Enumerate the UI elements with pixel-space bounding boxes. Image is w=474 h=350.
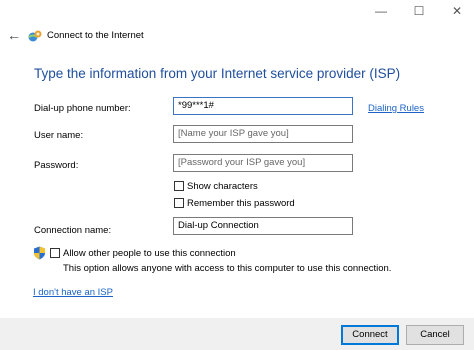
nav-bar: ← Connect to the Internet	[0, 24, 474, 48]
connection-name-input[interactable]: Dial-up Connection	[173, 217, 353, 235]
allow-others-label: Allow other people to use this connectio…	[63, 248, 236, 259]
remember-password-label: Remember this password	[187, 198, 295, 209]
close-button[interactable]: ✕	[446, 3, 468, 19]
show-characters-checkbox[interactable]	[174, 181, 184, 191]
allow-others-checkbox[interactable]	[50, 248, 60, 258]
title-bar: — ☐ ✕	[0, 0, 474, 22]
password-label: Password:	[34, 160, 79, 171]
no-isp-link[interactable]: I don't have an ISP	[33, 287, 113, 298]
dialing-rules-link[interactable]: Dialing Rules	[368, 103, 424, 114]
phone-number-input[interactable]: *99***1#	[173, 97, 353, 115]
allow-others-description: This option allows anyone with access to…	[63, 263, 392, 274]
minimize-button[interactable]: —	[370, 3, 392, 19]
show-characters-label: Show characters	[187, 181, 258, 192]
remember-password-checkbox[interactable]	[174, 198, 184, 208]
connection-name-label: Connection name:	[34, 225, 112, 236]
connection-name-value: Dial-up Connection	[178, 220, 259, 231]
username-placeholder: [Name your ISP gave you]	[178, 128, 289, 139]
username-label: User name:	[34, 130, 84, 141]
wizard-title: Connect to the Internet	[47, 30, 144, 41]
username-input[interactable]: [Name your ISP gave you]	[173, 125, 353, 143]
password-placeholder: [Password your ISP gave you]	[178, 157, 306, 168]
password-input[interactable]: [Password your ISP gave you]	[173, 154, 353, 172]
phone-number-value: *99***1#	[178, 100, 214, 111]
uac-shield-icon	[34, 246, 45, 260]
phone-number-label: Dial-up phone number:	[34, 103, 131, 114]
back-arrow-icon[interactable]: ←	[6, 27, 22, 43]
page-heading: Type the information from your Internet …	[34, 66, 401, 81]
connect-button[interactable]: Connect	[341, 325, 399, 345]
network-globe-icon	[28, 30, 42, 42]
cancel-button[interactable]: Cancel	[406, 325, 464, 345]
button-footer: Connect Cancel	[0, 318, 474, 350]
maximize-button[interactable]: ☐	[408, 3, 430, 19]
